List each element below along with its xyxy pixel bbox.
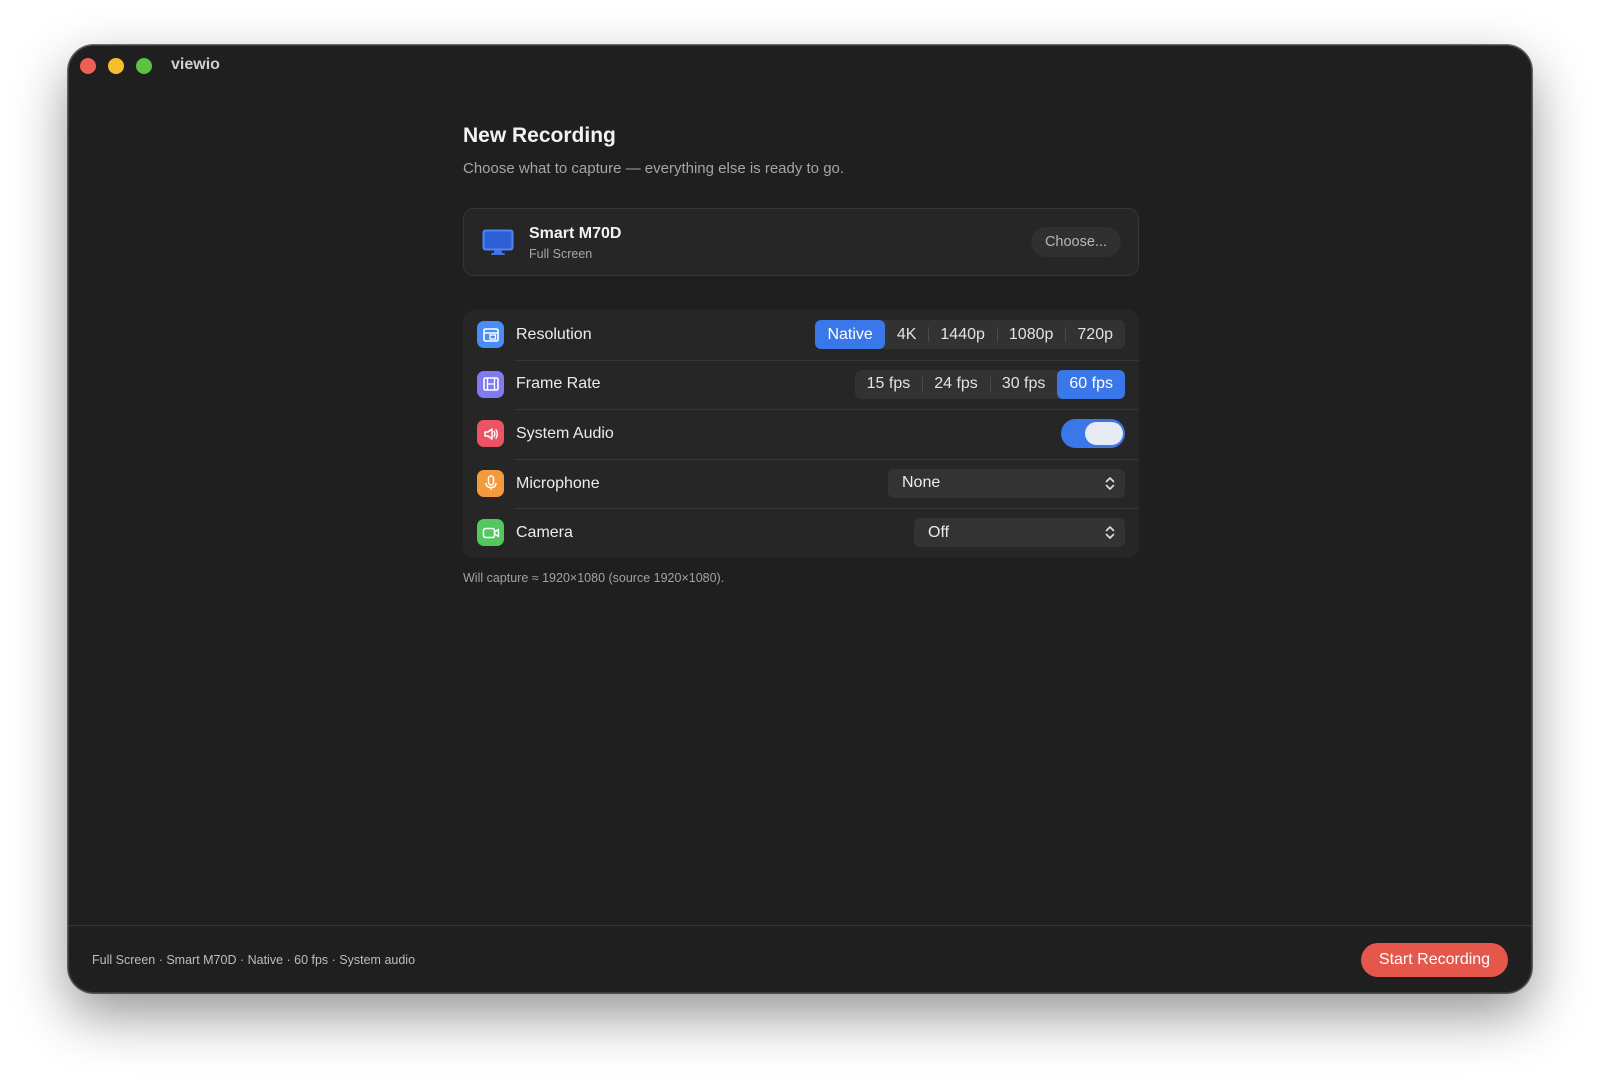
resolution-option-1440p[interactable]: 1440p [928, 320, 997, 349]
microphone-icon [477, 469, 504, 497]
camera-row: Camera Off [463, 508, 1139, 558]
camera-label: Camera [516, 524, 573, 542]
resolution-row: Resolution Native 4K 1440p 1080p 720p [463, 310, 1139, 360]
resolution-option-4k[interactable]: 4K [885, 320, 929, 349]
source-mode: Full Screen [529, 247, 593, 261]
system-audio-row: System Audio [463, 409, 1139, 459]
page-title: New Recording [463, 124, 616, 147]
app-window: viewio New Recording Choose what to capt… [68, 45, 1532, 993]
speaker-icon [477, 420, 504, 448]
source-name: Smart M70D [529, 225, 622, 242]
capture-source-card: Smart M70D Full Screen Choose... [463, 208, 1139, 276]
recording-summary: Full Screen · Smart M70D · Native · 60 f… [92, 953, 416, 967]
frame-rate-option-15[interactable]: 15 fps [855, 370, 923, 399]
resolution-segmented-control: Native 4K 1440p 1080p 720p [815, 320, 1125, 349]
page-subtitle: Choose what to capture — everything else… [463, 160, 845, 177]
camera-select[interactable]: Off [914, 518, 1125, 548]
capture-note: Will capture ≈ 1920×1080 (source 1920×10… [463, 570, 725, 585]
frame-rate-option-30[interactable]: 30 fps [989, 370, 1058, 399]
frame-rate-label: Frame Rate [516, 375, 601, 393]
settings-card: Resolution Native 4K 1440p 1080p 720p Fr… [463, 310, 1139, 558]
microphone-label: Microphone [516, 474, 600, 492]
frame-rate-segmented-control: 15 fps 24 fps 30 fps 60 fps [854, 369, 1125, 399]
start-recording-button[interactable]: Start Recording [1361, 943, 1508, 977]
resolution-icon [477, 321, 504, 348]
chevron-up-down-icon [1105, 525, 1115, 545]
frame-rate-option-60[interactable]: 60 fps [1057, 369, 1125, 399]
minimize-window-button[interactable] [108, 58, 124, 74]
toggle-knob [1085, 422, 1123, 446]
chevron-up-down-icon [1105, 476, 1115, 496]
frame-rate-option-24[interactable]: 24 fps [922, 370, 990, 399]
choose-source-button[interactable]: Choose... [1031, 227, 1121, 257]
traffic-lights [80, 58, 152, 74]
display-icon [482, 229, 514, 262]
microphone-row: Microphone None [463, 458, 1139, 509]
film-icon [477, 370, 504, 398]
app-title: viewio [171, 56, 220, 73]
close-window-button[interactable] [80, 58, 96, 74]
resolution-option-1080p[interactable]: 1080p [996, 320, 1066, 349]
main-content: New Recording Choose what to capture — e… [463, 124, 1139, 585]
footer-bar: Full Screen · Smart M70D · Native · 60 f… [69, 925, 1531, 992]
resolution-option-720p[interactable]: 720p [1065, 320, 1125, 349]
microphone-select[interactable]: None [888, 468, 1125, 498]
resolution-option-native[interactable]: Native [815, 320, 885, 349]
zoom-window-button[interactable] [136, 58, 152, 74]
frame-rate-row: Frame Rate 15 fps 24 fps 30 fps 60 fps [463, 359, 1139, 410]
camera-icon [477, 519, 504, 547]
camera-value: Off [928, 523, 950, 541]
microphone-value: None [902, 474, 941, 492]
system-audio-label: System Audio [516, 424, 614, 442]
resolution-label: Resolution [516, 325, 592, 343]
system-audio-toggle[interactable] [1061, 419, 1125, 449]
